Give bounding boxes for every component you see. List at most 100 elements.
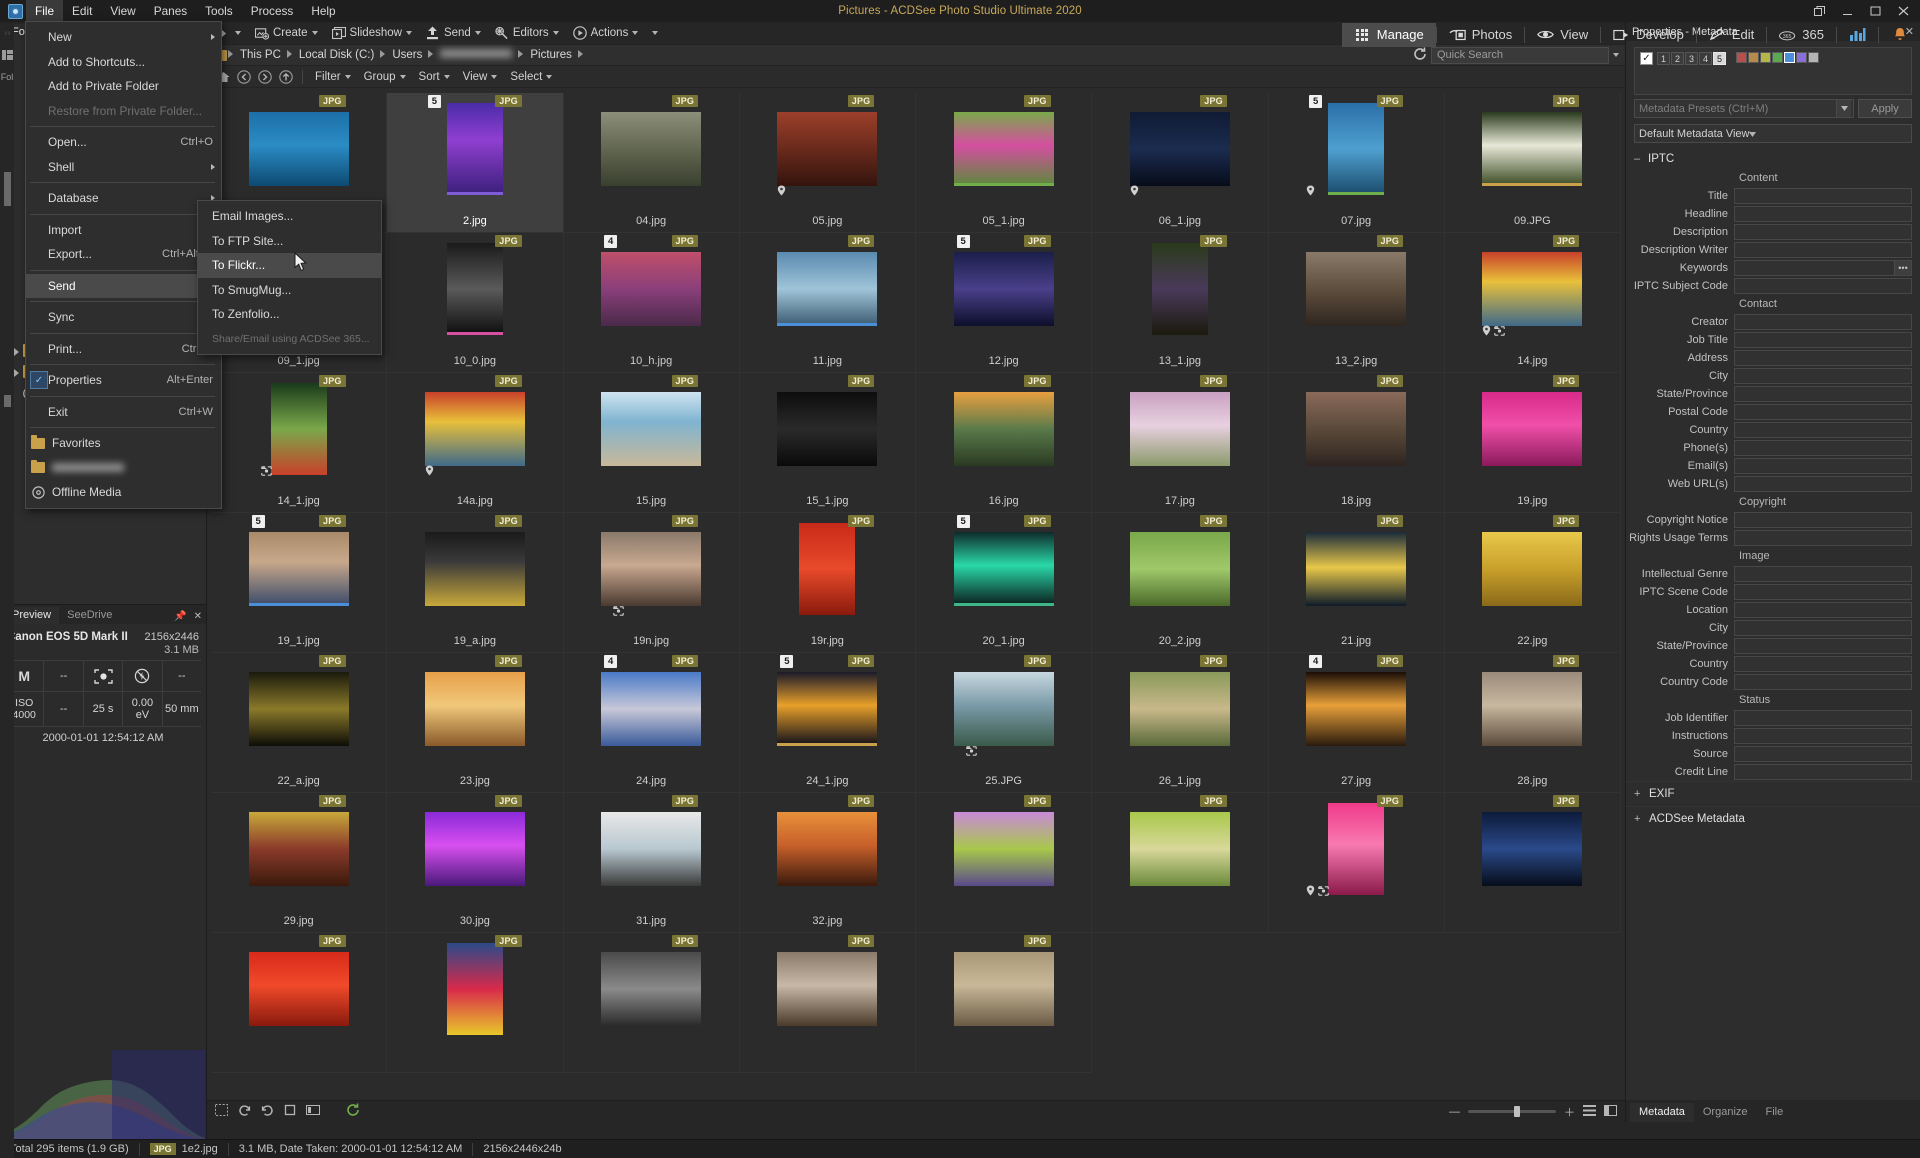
pane-handle-dots-icon[interactable]: :::: [0,22,14,44]
metadata-field-input[interactable] [1734,764,1912,780]
filmstrip-icon[interactable] [306,1104,320,1119]
metadata-field-input[interactable] [1734,710,1912,726]
metadata-field-input[interactable] [1734,386,1912,402]
rotate-left-icon[interactable] [238,1104,251,1120]
restore-window-button[interactable] [1806,1,1832,20]
chevron-down-icon[interactable] [400,75,406,79]
minimize-window-button[interactable] [1834,1,1860,20]
thumbnail-cell[interactable]: JPG09.JPG [1445,93,1621,233]
thumbnail-cell[interactable]: JPG26_1.jpg [1092,653,1268,793]
chevron-down-icon[interactable] [312,31,318,35]
color-label-swatch[interactable] [1784,52,1795,63]
thumbnail-cell[interactable]: JPG512.jpg [916,233,1092,373]
mode-tab-manage[interactable]: Manage [1342,23,1436,47]
thumbnail-cell[interactable]: JPG52.jpg [387,93,563,233]
thumbnail-cell[interactable]: JPG [564,933,740,1073]
mode-tab-photos[interactable]: Photos [1437,23,1524,47]
thumbnail-cell[interactable]: JPG520_1.jpg [916,513,1092,653]
metadata-field-input[interactable] [1734,458,1912,474]
rating-number-3[interactable]: 3 [1685,52,1698,65]
metadata-section-header-exif[interactable]: +EXIF [1626,781,1920,806]
thumbnail-cell[interactable]: JPG427.jpg [1269,653,1445,793]
menu-edit[interactable]: Edit [63,0,101,22]
rating-number-2[interactable]: 2 [1671,52,1684,65]
thumbnail-cell[interactable]: JPG524_1.jpg [740,653,916,793]
plus-icon[interactable]: ＋ [1564,1104,1575,1120]
chevron-down-icon[interactable] [546,75,552,79]
rating-checkbox[interactable]: ✓ [1640,52,1653,65]
menu-tools[interactable]: Tools [196,0,242,22]
thumbnail-cell[interactable]: JPG28.jpg [1445,653,1621,793]
mode-tab-365[interactable]: 365365 [1767,23,1836,47]
mode-tab-view[interactable]: View [1525,23,1600,47]
file-menu-item-exit[interactable]: ExitCtrl+W [26,400,221,425]
thumbnail-cell[interactable]: JPG [1445,793,1621,933]
file-menu-item-shell[interactable]: Shell [26,155,221,180]
thumbnail-cell[interactable]: JPG [1269,793,1445,933]
metadata-field-input[interactable] [1734,350,1912,366]
metadata-field-input[interactable] [1734,656,1912,672]
metadata-preset-select[interactable]: Metadata Presets (Ctrl+M) [1634,99,1854,118]
forward-icon[interactable] [255,68,275,86]
metadata-section-header-acdsee-metadata[interactable]: +ACDSee Metadata [1626,806,1920,831]
toolbar-slideshow-button[interactable]: Slideshow [326,24,418,42]
rotate-right-icon[interactable] [261,1104,274,1120]
file-menu-item-new[interactable]: New [26,25,221,50]
breadcrumb-item[interactable]: Pictures [525,49,577,61]
chevron-down-icon[interactable] [491,75,497,79]
chevron-down-icon[interactable] [475,31,481,35]
thumbnail-cell[interactable]: JPG10_0.jpg [387,233,563,373]
file-menu-item-import[interactable]: Import [26,218,221,243]
file-menu-item-print[interactable]: Print...Ctrl+P [26,337,221,362]
chevron-down-icon[interactable] [406,31,412,35]
metadata-field-input[interactable] [1734,440,1912,456]
mode-tab-edit[interactable]: Edit [1697,23,1766,47]
edge-scroll-thumb[interactable] [0,178,14,200]
metadata-field-input[interactable] [1734,332,1912,348]
pin-icon[interactable]: 📌 [174,611,186,622]
metadata-field-input[interactable] [1734,728,1912,744]
thumbnail-cell[interactable]: JPG424.jpg [564,653,740,793]
toolbar-create-button[interactable]: Create [249,24,324,42]
mode-tab-develop[interactable]: Develop [1601,23,1696,47]
thumbnail-cell[interactable]: JPG23.jpg [387,653,563,793]
list-view-icon[interactable] [1583,1105,1596,1119]
thumbnail-cell[interactable]: JPG31.jpg [564,793,740,933]
toolbar-editors-button[interactable]: Editors [489,24,565,42]
properties-tab-metadata[interactable]: Metadata [1630,1103,1694,1122]
select-mode-icon[interactable] [215,1104,228,1119]
zoom-slider[interactable] [1468,1110,1556,1113]
file-menu-item-sync[interactable]: Sync [26,305,221,330]
thumbnail-cell[interactable]: JPG22.jpg [1445,513,1621,653]
thumbnail-cell[interactable]: JPG14a.jpg [387,373,563,513]
rating-number-5[interactable]: 5 [1713,52,1726,65]
section-collapse-icon[interactable]: – [1634,153,1643,165]
chevron-down-icon[interactable] [632,31,638,35]
thumbnail-cell[interactable]: JPG32.jpg [740,793,916,933]
file-menu-item-open[interactable]: Open...Ctrl+O [26,130,221,155]
thumbnail-cell[interactable]: JPG13_2.jpg [1269,233,1445,373]
send-menu-item-to-ftp-site[interactable]: To FTP Site... [198,229,381,254]
filter-menu-filter[interactable]: Filter [309,69,357,85]
file-menu-item-properties[interactable]: ✓PropertiesAlt+Enter [26,368,221,393]
menu-process[interactable]: Process [242,0,303,22]
properties-tab-file[interactable]: File [1757,1103,1793,1122]
metadata-section-header-iptc[interactable]: –IPTC [1626,150,1920,169]
app-logo-icon[interactable] [4,0,26,22]
back-icon[interactable] [234,68,254,86]
send-menu-item-email-images[interactable]: Email Images... [198,204,381,229]
edge-marker-icon[interactable] [0,390,14,412]
menu-file[interactable]: File [26,0,63,22]
thumbnail-cell[interactable]: JPG30.jpg [387,793,563,933]
color-label-swatch[interactable] [1808,52,1819,63]
file-menu-item-database[interactable]: Database [26,186,221,211]
metadata-view-select[interactable]: Default Metadata View [1634,124,1912,143]
metadata-field-input[interactable] [1734,278,1912,294]
color-label-swatch[interactable] [1772,52,1783,63]
thumbnail-cell[interactable]: JPG [740,933,916,1073]
filter-menu-group[interactable]: Group [358,69,412,85]
panes-toggle-icon[interactable] [0,44,14,66]
section-expand-icon[interactable]: + [1634,788,1643,800]
metadata-field-input[interactable] [1734,746,1912,762]
thumbnail-cell[interactable]: JPG04.jpg [564,93,740,233]
